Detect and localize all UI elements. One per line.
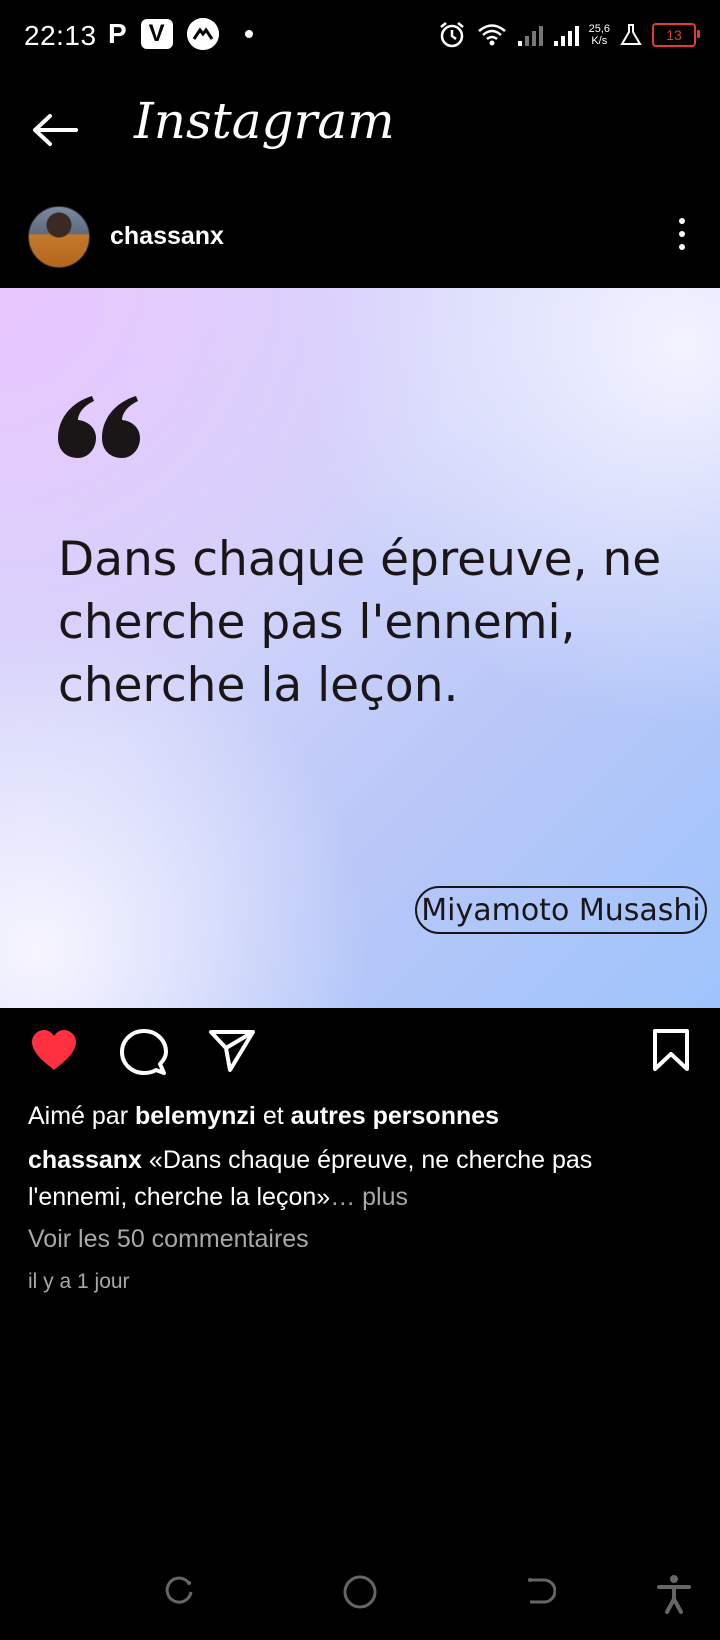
quote-mark-icon	[58, 396, 140, 458]
battery-icon: 13	[652, 23, 700, 47]
status-left-icons: P V	[108, 18, 253, 50]
heart-filled-icon	[32, 1030, 76, 1070]
post-timestamp: il y a 1 jour	[28, 1270, 130, 1293]
status-bar: 22:13 P V 25,6 K/s 13	[0, 0, 720, 72]
liker-username[interactable]: belemynzi	[135, 1102, 256, 1130]
arrow-left-icon	[33, 114, 78, 146]
paper-plane-icon	[209, 1030, 255, 1072]
accessibility-button[interactable]	[656, 1574, 692, 1619]
post-caption: chassanx «Dans chaque épreuve, ne cherch…	[28, 1142, 688, 1216]
bookmark-icon	[653, 1029, 689, 1071]
back-icon	[528, 1578, 557, 1604]
likes-summary[interactable]: Aimé par belemynzi et autres personnes	[28, 1102, 499, 1131]
signal-strong-icon	[553, 26, 579, 46]
quote-text: Dans chaque épreuve, ne cherche pas l'en…	[58, 532, 662, 713]
others-link[interactable]: autres personnes	[291, 1102, 499, 1130]
comment-icon	[120, 1029, 168, 1075]
v-app-icon: V	[140, 19, 173, 49]
post-username[interactable]: chassanx	[110, 222, 224, 251]
app-circle-icon	[186, 18, 219, 50]
back-nav-button[interactable]	[522, 1574, 557, 1613]
status-time: 22:13	[24, 20, 97, 51]
instagram-logo: Instagram	[134, 92, 395, 150]
author-label: Miyamoto Musashi	[415, 886, 707, 934]
home-button[interactable]	[342, 1574, 378, 1615]
like-button[interactable]	[30, 1028, 78, 1077]
post-header: chassanx	[0, 198, 720, 278]
recents-icon	[165, 1576, 193, 1604]
back-button[interactable]	[30, 108, 80, 152]
caption-more-link[interactable]: … plus	[330, 1183, 408, 1211]
app-header: Instagram	[0, 80, 720, 180]
more-dots-icon	[679, 218, 685, 224]
post-image[interactable]: Dans chaque épreuve, ne cherche pas l'en…	[0, 288, 720, 1008]
system-nav-bar	[0, 1560, 720, 1630]
caption-username[interactable]: chassanx	[28, 1146, 142, 1174]
view-comments-link[interactable]: Voir les 50 commentaires	[28, 1225, 309, 1254]
accessibility-icon	[657, 1575, 691, 1614]
post-actions	[0, 1020, 720, 1090]
notification-dot	[244, 30, 253, 38]
more-options-button[interactable]	[672, 214, 692, 254]
network-speed: 25,6 K/s	[588, 23, 610, 47]
wifi-icon	[477, 24, 506, 46]
p-icon: P	[108, 18, 127, 49]
comment-button[interactable]	[120, 1028, 168, 1081]
share-button[interactable]	[208, 1028, 256, 1079]
home-circle-icon	[343, 1575, 377, 1609]
avatar[interactable]	[28, 206, 90, 268]
flask-icon	[620, 24, 642, 45]
alarm-icon	[439, 22, 464, 48]
save-button[interactable]	[652, 1028, 690, 1077]
signal-weak-icon	[517, 26, 543, 46]
status-right-icons: 25,6 K/s 13	[437, 20, 700, 50]
recents-button[interactable]	[162, 1574, 196, 1613]
